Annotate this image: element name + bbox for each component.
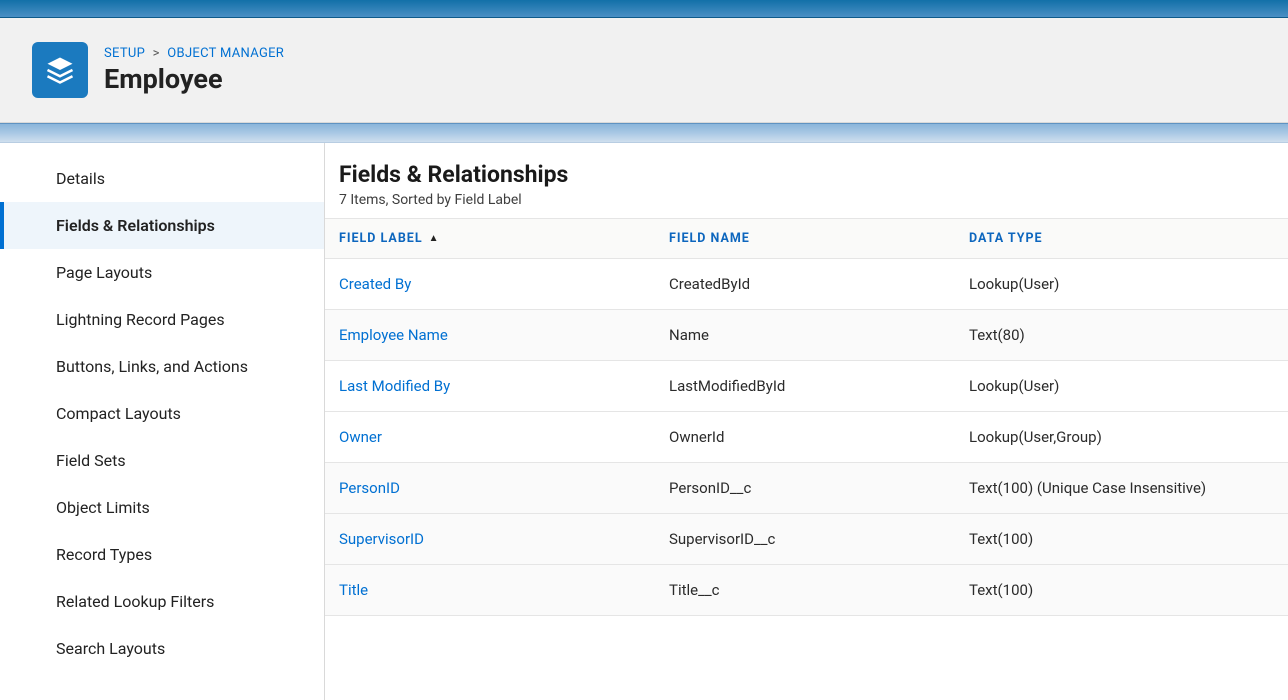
field-link[interactable]: Created By (339, 275, 411, 293)
th-data-type[interactable]: DATA TYPE (955, 219, 1288, 259)
sidebar-item-details[interactable]: Details (0, 155, 324, 202)
sidebar-item-field-sets[interactable]: Field Sets (0, 437, 324, 484)
content-title: Fields & Relationships (339, 161, 1274, 188)
field-link[interactable]: SupervisorID (339, 530, 424, 548)
sidebar-item-label: Search Layouts (56, 639, 165, 658)
th-data-type-text: DATA TYPE (969, 231, 1043, 246)
field-type-cell: Lookup(User,Group) (955, 412, 1288, 463)
field-name-cell: Title__c (655, 565, 955, 616)
breadcrumb: SETUP > OBJECT MANAGER (104, 46, 284, 61)
field-name-cell: PersonID__c (655, 463, 955, 514)
field-link[interactable]: Title (339, 581, 368, 599)
table-row: Last Modified By LastModifiedById Lookup… (325, 361, 1288, 412)
main-content: Fields & Relationships 7 Items, Sorted b… (325, 143, 1288, 700)
field-type-cell: Text(100) (Unique Case Insensitive) (955, 463, 1288, 514)
sidebar-item-label: Page Layouts (56, 263, 152, 282)
table-row: Employee Name Name Text(80) (325, 310, 1288, 361)
breadcrumb-setup[interactable]: SETUP (104, 46, 145, 61)
page-title: Employee (104, 63, 284, 95)
sidebar-item-label: Fields & Relationships (56, 216, 215, 235)
sidebar-item-label: Buttons, Links, and Actions (56, 357, 248, 376)
sidebar-item-related-lookup-filters[interactable]: Related Lookup Filters (0, 578, 324, 625)
field-type-cell: Lookup(User) (955, 259, 1288, 310)
table-row: Owner OwnerId Lookup(User,Group) (325, 412, 1288, 463)
content-subtitle: 7 Items, Sorted by Field Label (339, 192, 1274, 208)
field-link[interactable]: Owner (339, 428, 382, 446)
breadcrumb-object-manager[interactable]: OBJECT MANAGER (167, 46, 284, 61)
sidebar-item-search-layouts[interactable]: Search Layouts (0, 625, 324, 672)
sidebar-item-label: Record Types (56, 545, 152, 564)
th-field-name[interactable]: FIELD NAME (655, 219, 955, 259)
sidebar-item-compact-layouts[interactable]: Compact Layouts (0, 390, 324, 437)
table-row: Title Title__c Text(100) (325, 565, 1288, 616)
field-type-cell: Text(100) (955, 565, 1288, 616)
sidebar-item-record-types[interactable]: Record Types (0, 531, 324, 578)
field-name-cell: LastModifiedById (655, 361, 955, 412)
field-name-cell: CreatedById (655, 259, 955, 310)
sidebar-item-label: Lightning Record Pages (56, 310, 225, 329)
sidebar-item-page-layouts[interactable]: Page Layouts (0, 249, 324, 296)
sidebar-item-label: Details (56, 169, 105, 188)
field-link[interactable]: Employee Name (339, 326, 448, 344)
field-type-cell: Text(80) (955, 310, 1288, 361)
sidebar-item-label: Related Lookup Filters (56, 592, 214, 611)
field-type-cell: Lookup(User) (955, 361, 1288, 412)
field-link[interactable]: Last Modified By (339, 377, 450, 395)
field-link[interactable]: PersonID (339, 479, 400, 497)
sidebar-nav: Details Fields & Relationships Page Layo… (0, 143, 325, 700)
sidebar-item-buttons-links-actions[interactable]: Buttons, Links, and Actions (0, 343, 324, 390)
page-header: SETUP > OBJECT MANAGER Employee (0, 18, 1288, 123)
table-row: Created By CreatedById Lookup(User) (325, 259, 1288, 310)
field-name-cell: Name (655, 310, 955, 361)
fields-table: FIELD LABEL ▲ FIELD NAME DATA TYPE Creat… (325, 218, 1288, 616)
app-top-band (0, 0, 1288, 18)
table-row: PersonID PersonID__c Text(100) (Unique C… (325, 463, 1288, 514)
th-field-label[interactable]: FIELD LABEL ▲ (325, 219, 655, 259)
field-name-cell: OwnerId (655, 412, 955, 463)
header-divider (0, 123, 1288, 143)
breadcrumb-separator: > (153, 46, 160, 61)
th-field-label-text: FIELD LABEL (339, 231, 423, 246)
sidebar-item-label: Object Limits (56, 498, 150, 517)
field-name-cell: SupervisorID__c (655, 514, 955, 565)
layers-icon (45, 55, 75, 85)
sidebar-item-lightning-record-pages[interactable]: Lightning Record Pages (0, 296, 324, 343)
th-field-name-text: FIELD NAME (669, 231, 750, 246)
sidebar-item-label: Compact Layouts (56, 404, 181, 423)
sort-asc-icon: ▲ (429, 233, 440, 244)
sidebar-item-fields-relationships[interactable]: Fields & Relationships (0, 202, 324, 249)
sidebar-item-label: Field Sets (56, 451, 126, 470)
object-icon (32, 42, 88, 98)
sidebar-item-object-limits[interactable]: Object Limits (0, 484, 324, 531)
field-type-cell: Text(100) (955, 514, 1288, 565)
table-row: SupervisorID SupervisorID__c Text(100) (325, 514, 1288, 565)
